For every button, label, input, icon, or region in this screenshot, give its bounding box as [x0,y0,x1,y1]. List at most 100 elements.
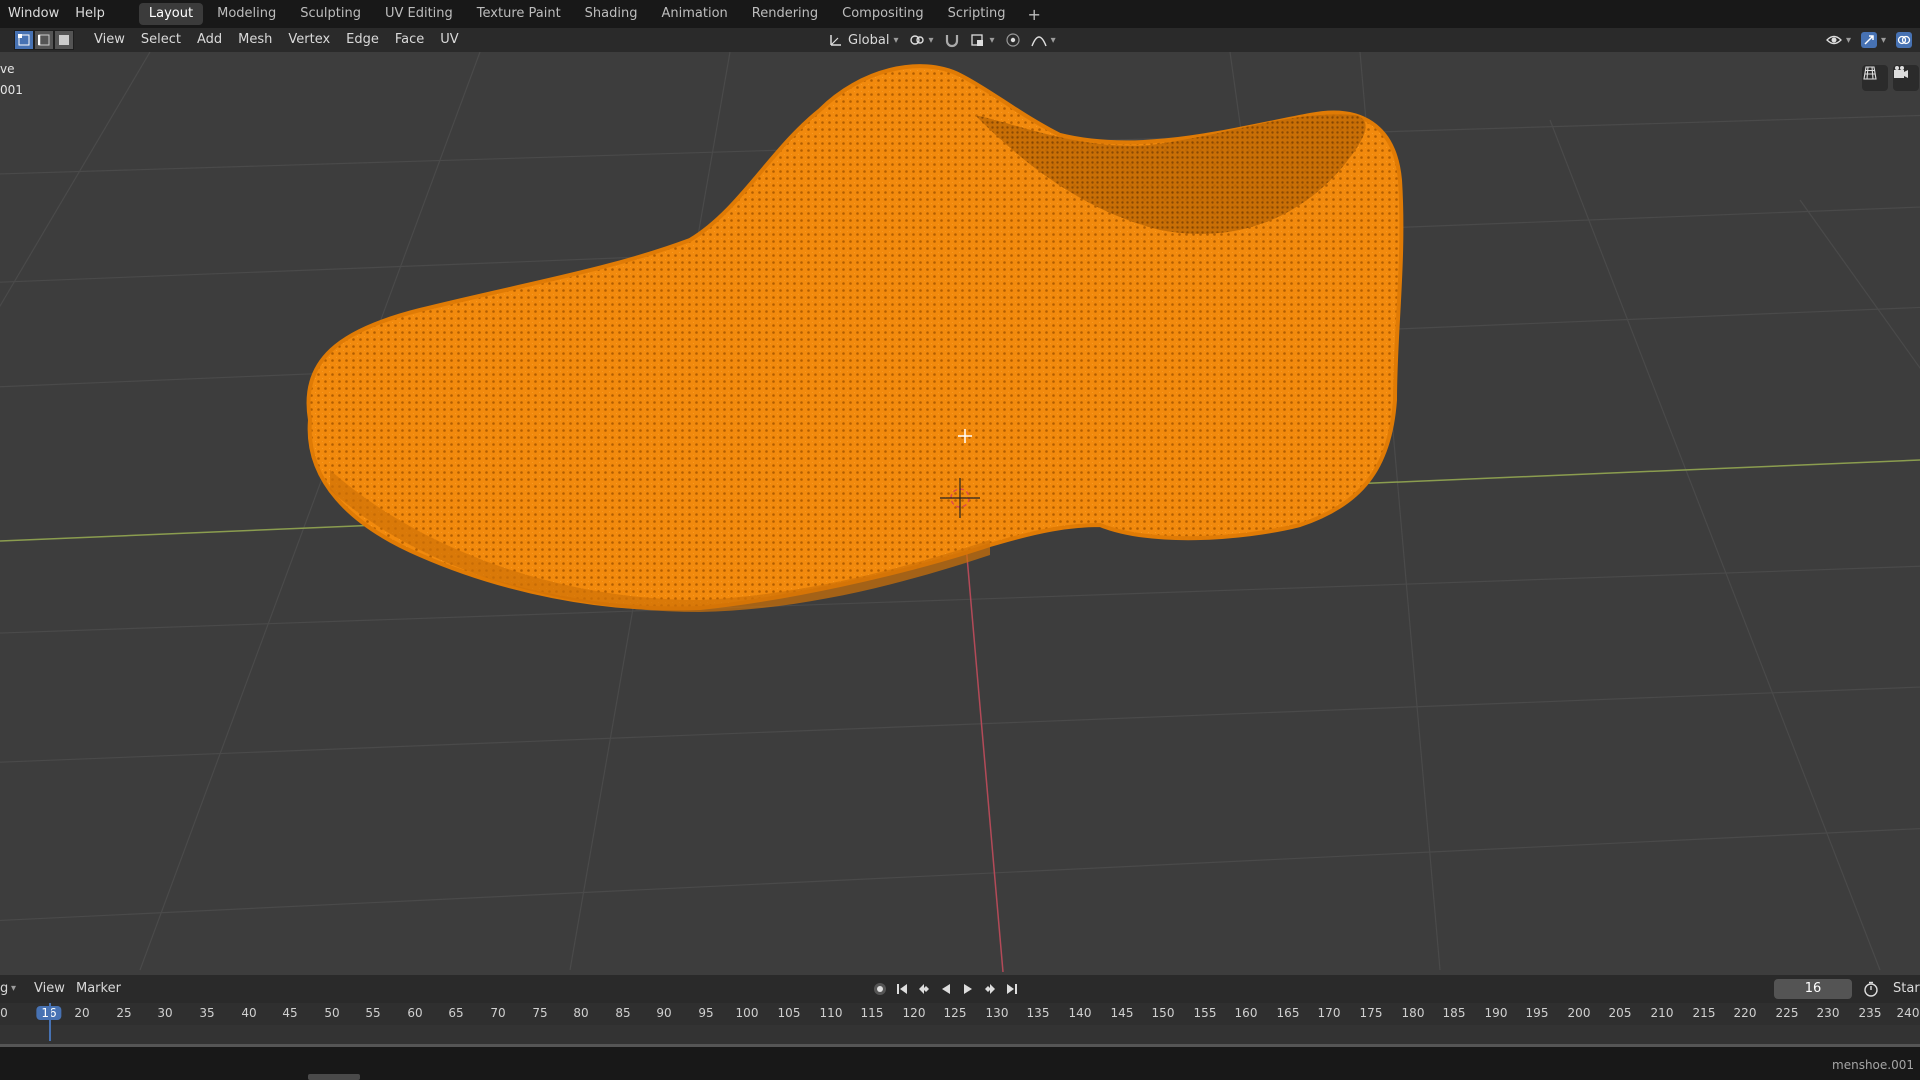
visibility-dropdown[interactable]: ▾ [1826,32,1851,48]
workspace-bar: Window Help Layout Modeling Sculpting UV… [0,0,1920,28]
gizmo-dropdown[interactable]: ▾ [1860,32,1886,48]
status-bar: menshoe.001 [0,1047,1920,1080]
frame-tick: 65 [448,1006,464,1020]
frame-tick: 140 [1068,1006,1092,1020]
tab-compositing[interactable]: Compositing [832,3,934,25]
current-frame-field[interactable]: 16 [1774,979,1852,999]
vertex-select-button[interactable] [14,30,34,50]
frame-tick: 180 [1401,1006,1425,1020]
frame-tick: 60 [407,1006,423,1020]
menu-window[interactable]: Window [0,0,67,28]
mode-label: ve [0,62,15,76]
menu-select[interactable]: Select [133,28,189,52]
frame-tick: 200 [1567,1006,1591,1020]
edge-select-button[interactable] [34,30,54,50]
jump-end-button[interactable] [1004,981,1020,997]
menu-add[interactable]: Add [189,28,230,52]
record-button[interactable] [872,981,888,997]
perspective-toggle-button[interactable] [1862,65,1888,91]
frame-tick: 75 [532,1006,548,1020]
frame-tick: 125 [943,1006,967,1020]
frame-tick: 185 [1442,1006,1466,1020]
tab-rendering[interactable]: Rendering [742,3,828,25]
playhead[interactable] [49,1003,51,1041]
snap-increment-icon [970,34,983,46]
menu-uv[interactable]: UV [432,28,466,52]
tab-scripting[interactable]: Scripting [938,3,1016,25]
chevron-down-icon: ▾ [928,34,934,46]
frame-tick: 110 [819,1006,843,1020]
frame-tick: 240 [1896,1006,1920,1020]
frame-tick: 225 [1775,1006,1799,1020]
gizmo-icon [1860,32,1877,48]
frame-tick: 205 [1608,1006,1632,1020]
proportional-edit-toggle[interactable] [1005,32,1021,48]
frame-tick: 25 [116,1006,132,1020]
proportional-falloff-dropdown[interactable]: ▾ [1030,32,1056,48]
pivot-icon [909,35,924,45]
frame-tick: 20 [74,1006,90,1020]
y-axis-line [965,544,1004,972]
frame-tick: 135 [1026,1006,1050,1020]
chevron-down-icon: ▾ [1845,34,1851,46]
status-object-name: menshoe.001 [1832,1058,1914,1072]
menu-view[interactable]: View [86,28,133,52]
tab-sculpting[interactable]: Sculpting [290,3,371,25]
play-reverse-button[interactable] [938,981,954,997]
camera-view-button[interactable] [1893,65,1919,91]
menu-mesh[interactable]: Mesh [230,28,280,52]
face-select-button[interactable] [54,30,74,50]
snap-target-dropdown[interactable]: ▾ [970,32,995,48]
menu-vertex[interactable]: Vertex [280,28,338,52]
timeline-scrollbar[interactable] [308,1074,360,1080]
tab-shading[interactable]: Shading [575,3,648,25]
tab-modeling[interactable]: Modeling [207,3,286,25]
tab-uv-editing[interactable]: UV Editing [375,3,463,25]
frame-tick: 100 [735,1006,759,1020]
timeline-menu-playback[interactable]: g [0,981,8,996]
pivot-point-dropdown[interactable]: ▾ [909,32,934,48]
tab-texture-paint[interactable]: Texture Paint [467,3,571,25]
frame-tick: 50 [324,1006,340,1020]
frame-tick: 210 [1650,1006,1674,1020]
next-keyframe-button[interactable] [982,981,998,997]
frame-ruler[interactable]: 0 16 20 25 30 35 40 45 50 55 60 65 70 75… [0,1003,1920,1025]
frame-tick: 150 [1151,1006,1175,1020]
frame-tick: 45 [282,1006,298,1020]
jump-start-button[interactable] [894,981,910,997]
3d-viewport[interactable]: ve 001 [0,52,1920,972]
frame-tick: 170 [1317,1006,1341,1020]
frame-tick: 40 [241,1006,257,1020]
frame-tick: 70 [490,1006,506,1020]
grid-icon [1863,66,1877,80]
chevron-down-icon: ▾ [893,34,899,46]
jump-end-icon [1007,984,1017,994]
frame-tick: 190 [1484,1006,1508,1020]
frame-tick: 235 [1858,1006,1882,1020]
play-icon [964,984,972,994]
overlays-toggle[interactable] [1896,32,1912,48]
object-name-label: 001 [0,83,23,97]
prev-keyframe-button[interactable] [916,981,932,997]
frame-tick: 0 [0,1006,8,1020]
frame-tick: 175 [1359,1006,1383,1020]
shoe-mesh[interactable] [306,64,1404,612]
jump-start-icon [897,984,907,994]
add-workspace-button[interactable]: + [1017,5,1050,24]
tab-layout[interactable]: Layout [138,3,204,25]
menu-face[interactable]: Face [387,28,432,52]
timeline-menu-view[interactable]: View [34,981,65,996]
tab-animation[interactable]: Animation [651,3,737,25]
frame-tick: 215 [1692,1006,1716,1020]
face-select-icon [59,35,69,45]
frame-tick: 115 [860,1006,884,1020]
menu-help[interactable]: Help [67,0,113,28]
camera-icon [1894,66,1908,78]
stopwatch-icon[interactable] [1863,981,1879,997]
transform-orientation-dropdown[interactable]: Global ▾ [828,32,899,48]
timeline-menu-marker[interactable]: Marker [76,981,121,996]
menu-edge[interactable]: Edge [338,28,387,52]
play-button[interactable] [960,981,976,997]
frame-tick: 165 [1276,1006,1300,1020]
snap-toggle[interactable] [944,32,960,48]
